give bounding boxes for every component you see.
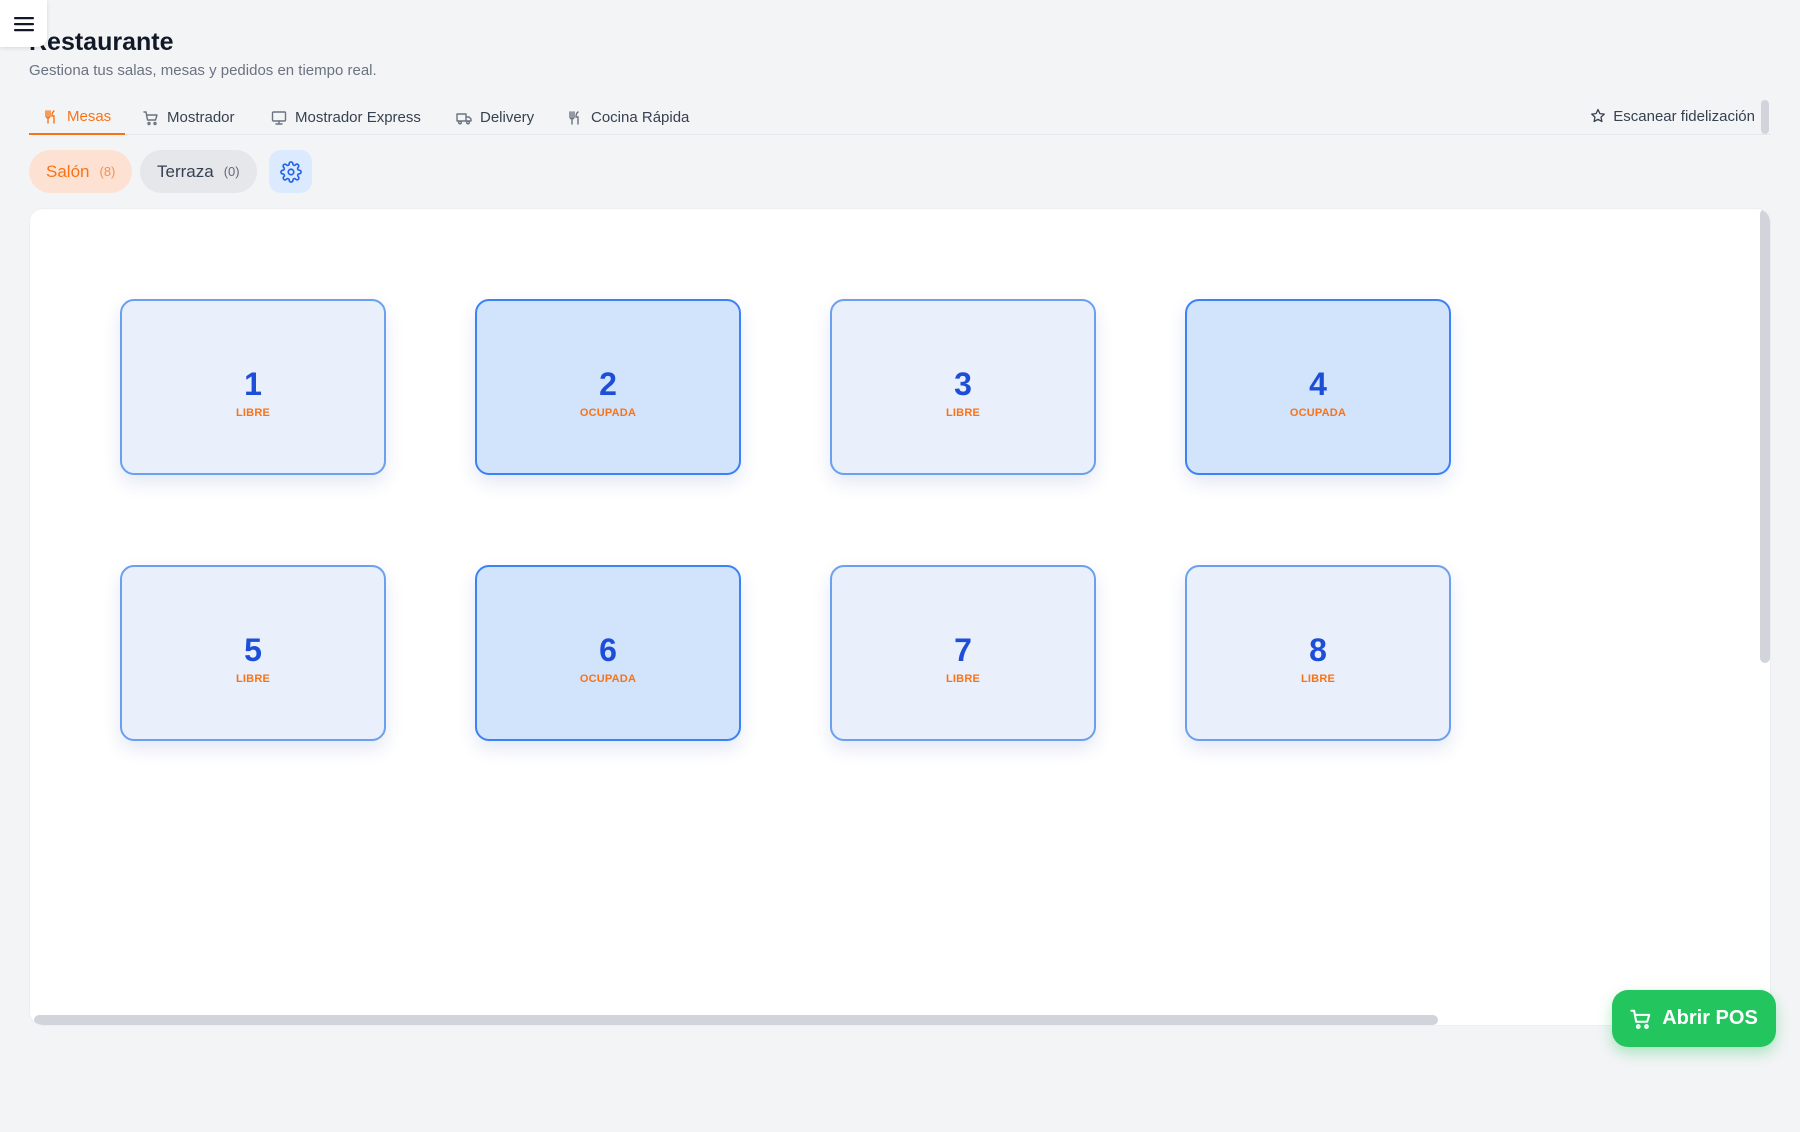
table-card-4[interactable]: 4 OCUPADA (1185, 299, 1451, 475)
scan-loyalty-label: Escanear fidelización (1613, 107, 1755, 125)
table-number: 1 (244, 365, 262, 402)
floor-plan: 1 LIBRE 2 OCUPADA 3 LIBRE 4 OCUPADA 5 LI… (29, 208, 1771, 1026)
table-card-6[interactable]: 6 OCUPADA (475, 565, 741, 741)
tab-label: Delivery (480, 109, 535, 126)
page-title: Restaurante (29, 28, 174, 56)
tab-label: Mesas (67, 108, 112, 125)
menu-button[interactable] (0, 0, 47, 47)
table-number: 5 (244, 631, 262, 668)
table-card-2[interactable]: 2 OCUPADA (475, 299, 741, 475)
room-tab-terraza[interactable]: Terraza (0) (140, 150, 257, 193)
table-card-8[interactable]: 8 LIBRE (1185, 565, 1451, 741)
table-status: LIBRE (236, 406, 270, 419)
utensils-icon (45, 109, 55, 124)
table-status: LIBRE (946, 406, 980, 419)
table-number: 6 (599, 631, 617, 668)
tab-delivery[interactable]: Delivery (442, 100, 548, 135)
monitor-icon (271, 110, 287, 125)
scan-loyalty-button[interactable]: Escanear fidelización (1590, 100, 1755, 132)
table-card-3[interactable]: 3 LIBRE (830, 299, 1096, 475)
tab-cocina-rapida[interactable]: Cocina Rápida (553, 100, 703, 135)
floor-horizontal-scrollbar[interactable] (34, 1015, 1438, 1025)
table-status: LIBRE (236, 672, 270, 685)
star-icon (1591, 108, 1606, 123)
page-scrollbar[interactable] (1761, 100, 1769, 134)
open-pos-button[interactable]: Abrir POS (1612, 990, 1776, 1047)
page-subtitle: Gestiona tus salas, mesas y pedidos en t… (29, 62, 377, 79)
table-status: OCUPADA (579, 406, 637, 419)
room-count: (8) (99, 164, 116, 179)
tab-label: Cocina Rápida (591, 109, 690, 126)
table-number: 8 (1309, 631, 1327, 668)
tab-mostrador[interactable]: Mostrador (129, 100, 249, 135)
tab-bar: Mesas Mostrador Mostrador Express Delive… (29, 100, 1771, 135)
table-status: OCUPADA (1289, 406, 1347, 419)
table-number: 4 (1309, 365, 1327, 402)
table-card-5[interactable]: 5 LIBRE (120, 565, 386, 741)
table-number: 7 (954, 631, 972, 668)
room-label: Terraza (157, 161, 214, 181)
table-status: OCUPADA (579, 672, 637, 685)
tab-mesas[interactable]: Mesas (29, 100, 126, 135)
tab-label: Mostrador (167, 109, 235, 126)
table-status: LIBRE (1301, 672, 1335, 685)
floor-vertical-scrollbar[interactable] (1760, 209, 1770, 663)
utensils-icon (569, 110, 579, 125)
tab-mostrador-express[interactable]: Mostrador Express (257, 100, 435, 135)
room-tab-salon[interactable]: Salón (8) (29, 150, 133, 193)
table-number: 2 (599, 365, 617, 402)
gear-icon (279, 160, 302, 183)
cart-icon (1630, 1009, 1651, 1029)
truck-icon (456, 112, 472, 124)
room-count: (0) (223, 164, 240, 179)
table-status: LIBRE (946, 672, 980, 685)
open-pos-label: Abrir POS (1662, 1007, 1758, 1029)
room-label: Salón (46, 161, 90, 181)
hamburger-icon (13, 16, 34, 31)
table-card-7[interactable]: 7 LIBRE (830, 565, 1096, 741)
cart-icon (143, 110, 158, 125)
room-settings-button[interactable] (269, 150, 312, 193)
table-card-1[interactable]: 1 LIBRE (120, 299, 386, 475)
tab-label: Mostrador Express (295, 109, 421, 126)
table-number: 3 (954, 365, 972, 402)
